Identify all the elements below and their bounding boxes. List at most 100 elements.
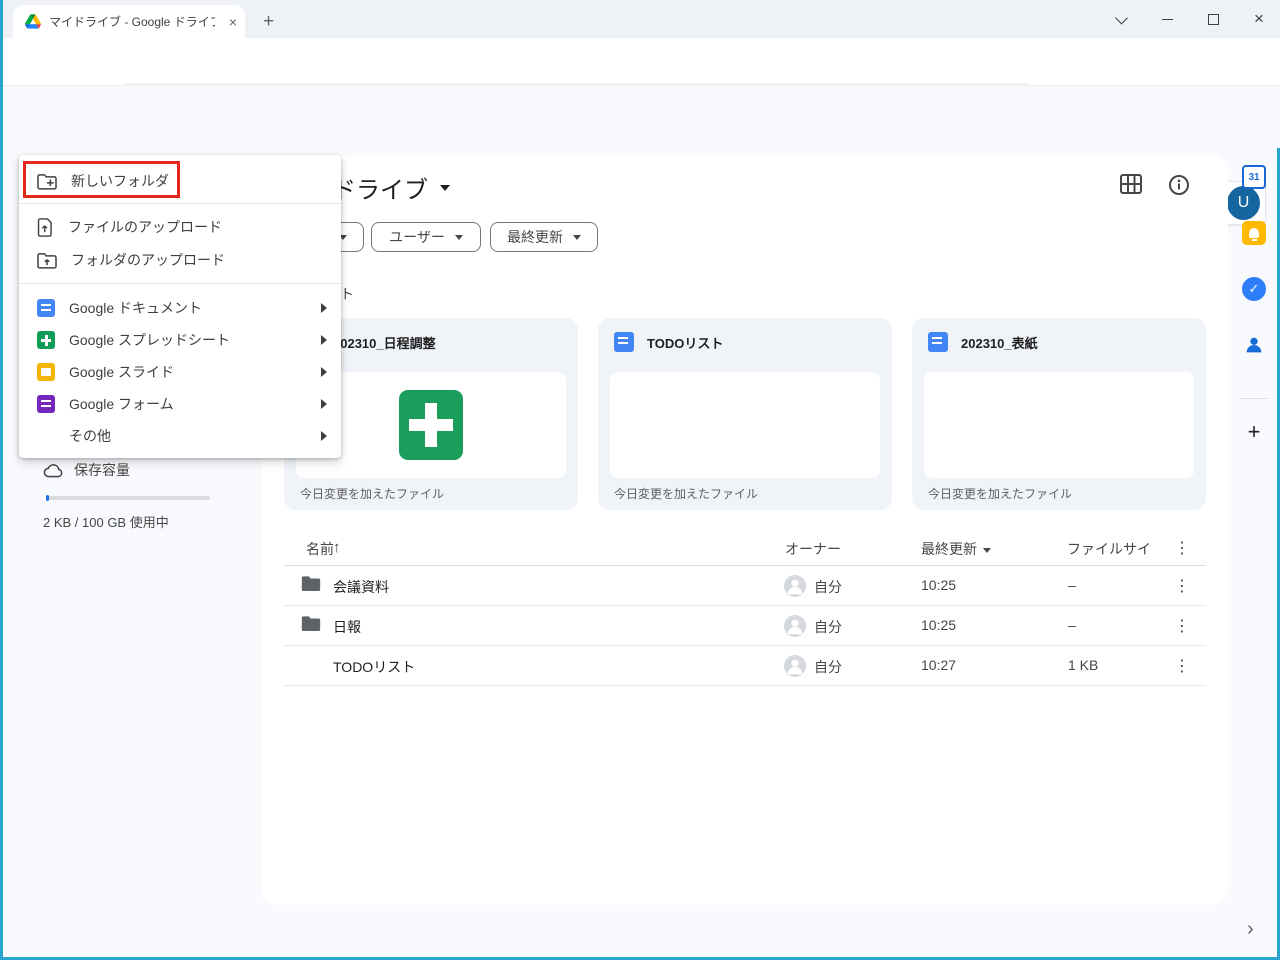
file-row[interactable]: TODOリスト 自分 10:27 1 KB ⋮: [284, 646, 1206, 686]
title-caret-icon: [440, 185, 450, 191]
file-size: –: [1068, 577, 1076, 593]
tab-close-icon[interactable]: ×: [229, 14, 237, 30]
tasks-icon[interactable]: ✓: [1242, 277, 1266, 301]
grid-view-toggle[interactable]: [1119, 173, 1143, 195]
new-menu: 新しいフォルダ ファイルのアップロード フォルダのアップロード Google ド…: [19, 155, 341, 458]
menu-item-google-sheets[interactable]: Google スプレッドシート: [19, 324, 341, 356]
file-size: –: [1068, 617, 1076, 633]
storage-used-segment: [46, 495, 49, 501]
file-upload-icon: [37, 218, 54, 237]
owner-avatar: [784, 615, 806, 637]
cloud-icon: [43, 462, 64, 478]
sheets-thumbnail-icon: [399, 390, 463, 460]
file-owner: 自分: [814, 617, 842, 637]
menu-item-file-upload[interactable]: ファイルのアップロード: [19, 211, 341, 243]
forms-icon: [37, 395, 55, 413]
file-owner: 自分: [814, 577, 842, 597]
file-card-preview: [924, 372, 1194, 478]
tab-title: マイドライブ - Google ドライブ: [49, 13, 215, 30]
slides-icon: [37, 363, 55, 381]
info-icon: [1167, 173, 1191, 197]
details-button[interactable]: [1167, 173, 1191, 197]
file-card-reason: 今日変更を加えたファイル: [300, 485, 444, 502]
sheets-icon: [37, 331, 55, 349]
grid-view-icon: [1119, 173, 1143, 195]
header-more-icon[interactable]: ⋮: [1174, 538, 1190, 558]
drive-header: ドライブ ? ECCS Cloud Mail: [3, 86, 1280, 148]
column-modified[interactable]: 最終更新: [921, 539, 991, 559]
chevron-down-icon: [455, 235, 463, 240]
file-card-title: TODOリスト: [647, 333, 723, 352]
file-card-title: 202310_日程調整: [333, 333, 436, 352]
contacts-icon[interactable]: [1242, 333, 1266, 357]
row-more-icon[interactable]: ⋮: [1174, 616, 1190, 636]
menu-item-folder-upload[interactable]: フォルダのアップロード: [19, 244, 341, 276]
filter-chip-user[interactable]: ユーザー: [371, 222, 481, 252]
tab-search-icon[interactable]: [1101, 0, 1141, 38]
window-close-button[interactable]: ×: [1239, 0, 1279, 38]
menu-item-more[interactable]: その他: [19, 420, 341, 452]
file-owner: 自分: [814, 657, 842, 677]
file-card-title: 202310_表紙: [961, 333, 1038, 352]
menu-item-google-slides[interactable]: Google スライド: [19, 356, 341, 388]
chevron-down-icon: [573, 235, 581, 240]
file-card-reason: 今日変更を加えたファイル: [928, 485, 1072, 502]
file-card[interactable]: TODOリスト 今日変更を加えたファイル: [598, 318, 892, 510]
menu-item-google-docs[interactable]: Google ドキュメント: [19, 292, 341, 324]
drive-favicon: [25, 14, 41, 29]
menu-divider: [19, 283, 341, 284]
menu-divider: [19, 203, 341, 204]
browser-tab[interactable]: マイドライブ - Google ドライブ ×: [13, 5, 245, 38]
add-addon-button[interactable]: +: [1242, 420, 1266, 444]
folder-upload-icon: [37, 252, 57, 269]
file-name: 会議資料: [333, 577, 389, 597]
owner-avatar: [784, 575, 806, 597]
file-modified: 10:25: [921, 617, 956, 633]
chevron-down-icon: [983, 548, 991, 553]
minimize-button[interactable]: [1147, 0, 1187, 38]
highlight-box: [23, 161, 180, 198]
file-name: 日報: [333, 617, 361, 637]
owner-avatar: [784, 655, 806, 677]
submenu-arrow-icon: [321, 335, 327, 345]
file-row[interactable]: 日報 自分 10:25 – ⋮: [284, 606, 1206, 646]
row-more-icon[interactable]: ⋮: [1174, 656, 1190, 676]
filter-chip-modified[interactable]: 最終更新: [490, 222, 598, 252]
storage-progress-bar: [46, 496, 210, 500]
file-list-header: 名前 ↑ オーナー 最終更新 ファイルサイ ⋮: [284, 530, 1206, 566]
folder-icon: [301, 615, 321, 632]
account-avatar[interactable]: U: [1227, 186, 1260, 220]
submenu-arrow-icon: [321, 367, 327, 377]
maximize-button[interactable]: [1193, 0, 1233, 38]
hide-panel-chevron-icon[interactable]: ›: [1247, 918, 1254, 941]
file-card-preview: [610, 372, 880, 478]
column-owner[interactable]: オーナー: [785, 539, 841, 559]
docs-icon: [37, 299, 55, 317]
submenu-arrow-icon: [321, 431, 327, 441]
calendar-icon[interactable]: 31: [1242, 165, 1266, 189]
browser-toolbar: ← → drive.google.com/drive/my-drive ☆ U …: [3, 38, 1280, 86]
browser-window: マイドライブ - Google ドライブ × + × ← → drive.goo…: [0, 0, 1280, 960]
tab-strip: マイドライブ - Google ドライブ × + ×: [3, 0, 1280, 38]
folder-icon: [301, 575, 321, 592]
column-size[interactable]: ファイルサイ: [1067, 539, 1151, 559]
storage-usage-text: 2 KB / 100 GB 使用中: [43, 512, 169, 531]
file-row[interactable]: 会議資料 自分 10:25 – ⋮: [284, 566, 1206, 606]
sort-asc-icon[interactable]: ↑: [333, 539, 341, 556]
menu-item-google-forms[interactable]: Google フォーム: [19, 388, 341, 420]
docs-icon: [928, 332, 948, 352]
storage-label: 保存容量: [74, 460, 130, 480]
panel-divider: [1241, 398, 1267, 399]
file-card[interactable]: 202310_表紙 今日変更を加えたファイル: [912, 318, 1206, 510]
submenu-arrow-icon: [321, 303, 327, 313]
file-size: 1 KB: [1068, 657, 1098, 673]
storage-section[interactable]: 保存容量: [43, 460, 130, 480]
new-tab-button[interactable]: +: [263, 11, 274, 33]
keep-icon[interactable]: [1242, 221, 1266, 245]
file-modified: 10:27: [921, 657, 956, 673]
column-name[interactable]: 名前: [306, 539, 334, 559]
file-name: TODOリスト: [333, 657, 415, 677]
file-modified: 10:25: [921, 577, 956, 593]
submenu-arrow-icon: [321, 399, 327, 409]
row-more-icon[interactable]: ⋮: [1174, 576, 1190, 596]
